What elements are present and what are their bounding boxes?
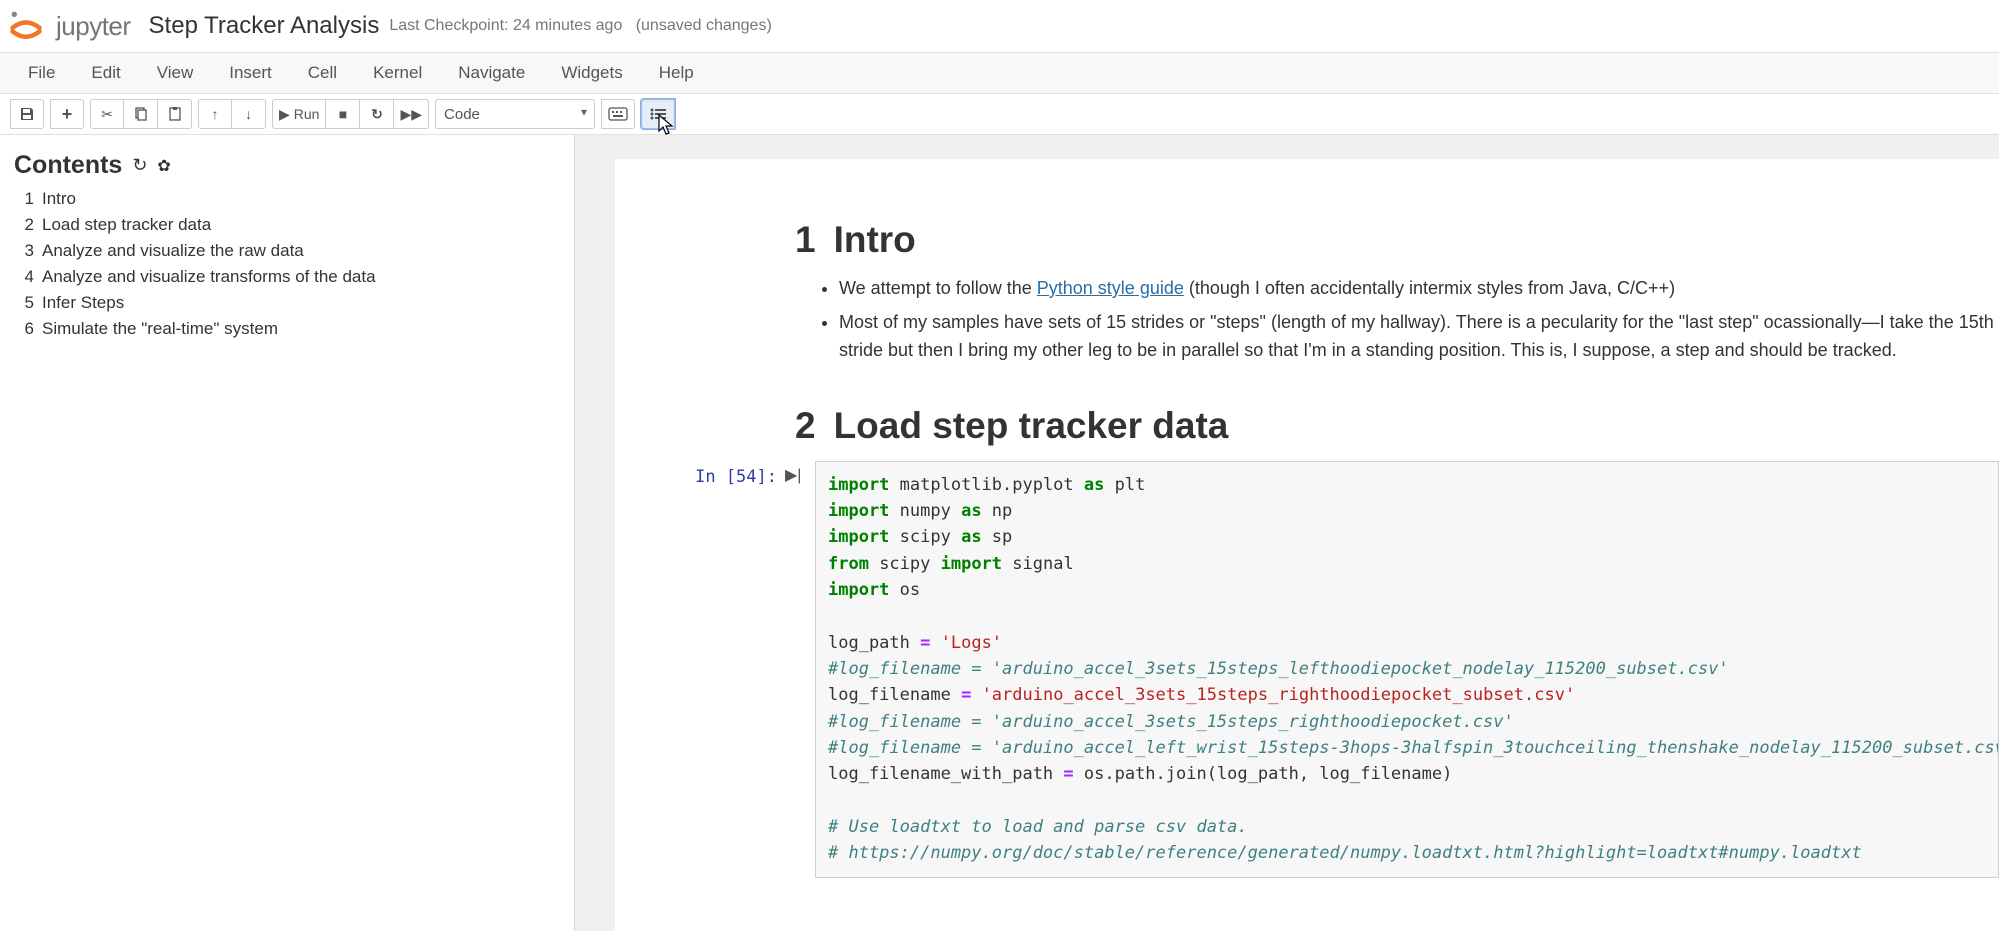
list-item: Most of my samples have sets of 15 strid… [839,309,1999,365]
keyboard-icon [608,107,628,121]
cell-type-select[interactable]: Code [435,99,595,129]
cell-prompt: In [54]: [675,461,785,878]
copy-icon [133,106,149,122]
gear-icon[interactable]: ✿ [157,156,170,176]
copy-button[interactable] [124,99,158,129]
toc-toggle-button[interactable] [641,99,675,129]
menu-navigate[interactable]: Navigate [440,53,543,93]
menu-insert[interactable]: Insert [211,53,290,93]
code-cell[interactable]: In [54]: ▶| import matplotlib.pyplot as … [635,461,1999,878]
header-bar: jupyter Step Tracker Analysis Last Check… [0,0,1999,53]
run-icon: ▶ [279,106,290,123]
style-guide-link[interactable]: Python style guide [1037,278,1184,298]
restart-icon: ↻ [371,106,383,123]
toolbar: + ✂ ↑ ↓ ▶Run ■ ↻ ▶▶ Code [0,94,1999,135]
notebook-name[interactable]: Step Tracker Analysis [149,12,380,40]
scissors-icon: ✂ [101,106,113,123]
interrupt-button[interactable]: ■ [326,99,360,129]
save-button[interactable] [10,99,44,129]
menu-widgets[interactable]: Widgets [543,53,640,93]
toc-item-5[interactable]: 5Infer Steps [14,290,560,316]
jupyter-logo-icon [8,8,44,44]
paste-icon [167,106,183,122]
paste-button[interactable] [158,99,192,129]
checkpoint-text: Last Checkpoint: 24 minutes ago (unsaved… [389,17,771,35]
heading-load-data: 2Load step tracker data [795,405,1999,447]
toc-item-1[interactable]: 1Intro [14,186,560,212]
list-item: We attempt to follow the Python style gu… [839,275,1999,303]
save-icon [19,106,35,122]
stop-icon: ■ [339,106,347,122]
menu-edit[interactable]: Edit [73,53,138,93]
restart-button[interactable]: ↻ [360,99,394,129]
brand-text: jupyter [56,11,131,42]
toc-item-2[interactable]: 2Load step tracker data [14,212,560,238]
toc-item-6[interactable]: 6Simulate the "real-time" system [14,316,560,342]
toc-sidebar: Contents ↻ ✿ 1Intro 2Load step tracker d… [0,135,575,931]
code-editor[interactable]: import matplotlib.pyplot as plt import n… [815,461,1999,878]
arrow-down-icon: ↓ [245,106,252,122]
move-up-button[interactable]: ↑ [198,99,232,129]
menu-cell[interactable]: Cell [290,53,355,93]
cut-button[interactable]: ✂ [90,99,124,129]
insert-cell-button[interactable]: + [50,99,84,129]
list-icon [649,107,667,121]
toc-item-3[interactable]: 3Analyze and visualize the raw data [14,238,560,264]
menu-file[interactable]: File [10,53,73,93]
restart-run-all-button[interactable]: ▶▶ [394,99,429,129]
toc-item-4[interactable]: 4Analyze and visualize transforms of the… [14,264,560,290]
menubar: File Edit View Insert Cell Kernel Naviga… [0,53,1999,94]
run-cell-icon[interactable]: ▶| [785,461,815,878]
plus-icon: + [62,104,73,125]
command-palette-button[interactable] [601,99,635,129]
toc-title: Contents [14,151,122,180]
heading-intro: 1Intro [795,219,1999,261]
arrow-up-icon: ↑ [212,106,219,122]
intro-list: We attempt to follow the Python style gu… [839,275,1999,365]
move-down-button[interactable]: ↓ [232,99,266,129]
menu-view[interactable]: View [139,53,212,93]
run-button[interactable]: ▶Run [272,99,326,129]
menu-help[interactable]: Help [641,53,712,93]
menu-kernel[interactable]: Kernel [355,53,440,93]
refresh-icon[interactable]: ↻ [132,155,147,176]
fast-forward-icon: ▶▶ [400,106,422,123]
notebook-area[interactable]: 1Intro We attempt to follow the Python s… [575,135,1999,931]
